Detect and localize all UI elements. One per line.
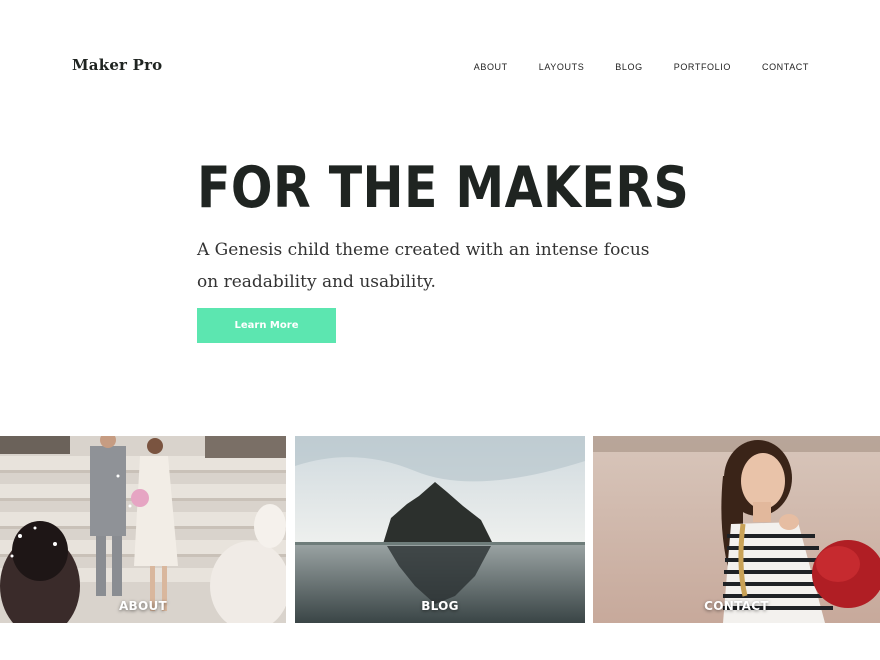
tile-blog[interactable]: BLOG [295,436,585,623]
nav-item-about[interactable]: ABOUT [474,62,508,72]
wedding-photo [0,436,286,623]
tile-about[interactable]: ABOUT [0,436,286,623]
nav-item-blog[interactable]: BLOG [615,62,642,72]
tile-label-contact: CONTACT [704,599,769,613]
tile-label-about: ABOUT [118,599,168,613]
nav-item-layouts[interactable]: LAYOUTS [539,62,585,72]
hero-section: FOR THE MAKERS A Genesis child theme cre… [197,155,690,298]
woman-beach-photo [593,436,880,623]
tile-label-blog: BLOG [421,599,459,613]
feature-tiles: ABOUT BLOG CONTACT [0,436,880,623]
site-title[interactable]: Maker Pro [72,56,162,74]
tile-contact[interactable]: CONTACT [593,436,880,623]
hero-subtitle: A Genesis child theme created with an in… [197,240,650,292]
nav-item-portfolio[interactable]: PORTFOLIO [674,62,731,72]
rock-lake-photo [295,436,585,623]
hero-title: FOR THE MAKERS [197,155,690,221]
learn-more-button[interactable]: Learn More [197,308,336,343]
nav-item-contact[interactable]: CONTACT [762,62,809,72]
primary-nav: ABOUT LAYOUTS BLOG PORTFOLIO CONTACT [474,62,809,72]
